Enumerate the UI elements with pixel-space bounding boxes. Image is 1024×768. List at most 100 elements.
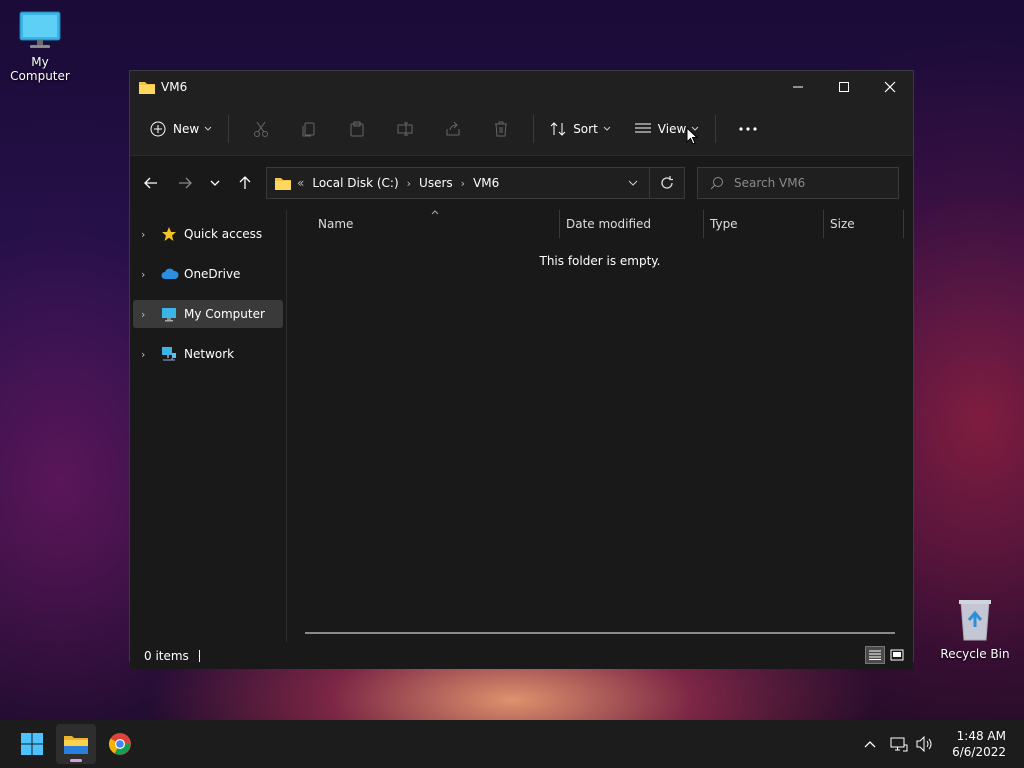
search-box[interactable]: Search VM6 [697, 167, 899, 199]
desktop-icon-recycle-bin[interactable]: Recycle Bin [935, 598, 1015, 661]
trash-icon [495, 121, 508, 136]
copy-icon [302, 122, 315, 136]
taskbar-chrome[interactable] [100, 724, 140, 764]
arrow-left-icon [144, 177, 157, 189]
breadcrumb-vm6[interactable]: VM6 [473, 176, 499, 190]
sort-button[interactable]: Sort [542, 113, 619, 145]
maximize-icon [839, 81, 849, 92]
forward-button[interactable] [168, 168, 202, 198]
navigation-row: « Local Disk (C:) › Users › VM6 Search V [130, 156, 913, 210]
cut-button[interactable] [237, 113, 285, 145]
computer-icon [19, 11, 61, 48]
navigation-pane[interactable]: › Quick access › OneDrive › My Computer [130, 210, 287, 642]
nav-item-network[interactable]: › Network [133, 340, 283, 368]
chevron-down-icon [603, 126, 611, 131]
chevron-right-icon[interactable]: › [141, 308, 157, 321]
search-icon [710, 177, 723, 190]
file-list[interactable]: Name Date modified Type Size This folder… [287, 210, 913, 642]
star-icon [162, 227, 176, 241]
nav-item-quick-access[interactable]: › Quick access [133, 220, 283, 248]
sort-ascending-icon [431, 210, 439, 215]
taskbar-file-explorer[interactable] [56, 724, 96, 764]
title-bar[interactable]: VM6 [130, 71, 913, 102]
show-hidden-icons-button[interactable] [858, 740, 882, 748]
share-icon [446, 121, 460, 135]
maximize-button[interactable] [821, 71, 867, 102]
rename-button[interactable] [381, 113, 429, 145]
desktop-icon-label: My Computer [10, 55, 70, 83]
minimize-button[interactable] [775, 71, 821, 102]
breadcrumb-users[interactable]: Users [419, 176, 453, 190]
nav-item-my-computer[interactable]: › My Computer [133, 300, 283, 328]
new-button-label: New [173, 121, 200, 136]
large-icons-view-button[interactable] [887, 646, 907, 664]
paste-button[interactable] [333, 113, 381, 145]
nav-item-label: Network [184, 347, 235, 361]
refresh-button[interactable] [649, 168, 684, 198]
clock[interactable]: 1:48 AM 6/6/2022 [952, 728, 1006, 760]
computer-icon [162, 307, 176, 321]
copy-button[interactable] [285, 113, 333, 145]
folder-icon [139, 81, 155, 94]
nav-item-onedrive[interactable]: › OneDrive [133, 260, 283, 288]
toolbar-divider [228, 114, 230, 143]
back-button[interactable] [134, 168, 168, 198]
horizontal-scrollbar[interactable] [305, 632, 895, 634]
more-icon [739, 126, 757, 131]
share-button[interactable] [429, 113, 477, 145]
chevron-down-icon [210, 180, 220, 186]
more-options-button[interactable] [724, 113, 772, 145]
network-icon [162, 347, 176, 361]
new-button[interactable]: New [142, 113, 220, 145]
arrow-right-icon [179, 177, 192, 189]
windows-logo-icon [21, 733, 43, 755]
chevron-right-icon[interactable]: › [141, 228, 157, 241]
column-header-name[interactable]: Name [287, 210, 560, 238]
breadcrumb-local-disk[interactable]: Local Disk (C:) [312, 176, 398, 190]
item-count: 0 items [144, 648, 189, 663]
volume-button[interactable] [912, 736, 938, 752]
clock-date: 6/6/2022 [952, 745, 1006, 759]
active-indicator [70, 759, 82, 762]
sort-button-label: Sort [573, 121, 598, 136]
status-bar: 0 items [130, 642, 913, 669]
up-button[interactable] [228, 168, 262, 198]
column-header-size[interactable]: Size [824, 210, 904, 238]
chevron-right-icon[interactable]: › [141, 268, 157, 281]
status-divider [198, 649, 200, 662]
taskbar: 1:48 AM 6/6/2022 [0, 720, 1024, 768]
folder-icon [275, 178, 291, 190]
nav-item-label: Quick access [184, 227, 263, 241]
toolbar-divider [533, 114, 535, 143]
address-bar[interactable]: « Local Disk (C:) › Users › VM6 [266, 167, 685, 199]
close-button[interactable] [867, 71, 913, 102]
explorer-body: › Quick access › OneDrive › My Computer [130, 210, 913, 642]
breadcrumb-separator-icon[interactable]: › [461, 177, 465, 190]
toolbar-divider [715, 114, 717, 143]
chrome-icon [109, 733, 131, 755]
minimize-icon [793, 86, 803, 87]
nav-item-label: OneDrive [184, 267, 241, 281]
file-explorer-icon [64, 736, 88, 754]
system-tray: 1:48 AM 6/6/2022 [858, 720, 1024, 768]
details-view-button[interactable] [865, 646, 885, 664]
desktop-icon-my-computer[interactable]: My Computer [0, 10, 80, 83]
recycle-bin-icon [959, 600, 991, 641]
empty-folder-message: This folder is empty. [539, 254, 661, 268]
window-title: VM6 [161, 79, 188, 94]
chevron-right-icon[interactable]: › [141, 348, 157, 361]
recent-locations-button[interactable] [202, 168, 228, 198]
search-placeholder: Search VM6 [734, 176, 806, 190]
column-header-type[interactable]: Type [704, 210, 824, 238]
network-status-button[interactable] [886, 736, 912, 752]
address-dropdown-button[interactable] [617, 180, 649, 186]
refresh-icon [661, 176, 673, 189]
network-status-icon [890, 737, 908, 752]
breadcrumb-separator-icon[interactable]: › [407, 177, 411, 190]
address-overflow[interactable]: « [297, 176, 304, 190]
start-button[interactable] [12, 724, 52, 764]
rename-icon [397, 122, 413, 135]
file-explorer-window: VM6 New Sort View « Local Disk (C:) › Us… [129, 70, 914, 669]
delete-button[interactable] [477, 113, 525, 145]
column-header-date-modified[interactable]: Date modified [560, 210, 704, 238]
